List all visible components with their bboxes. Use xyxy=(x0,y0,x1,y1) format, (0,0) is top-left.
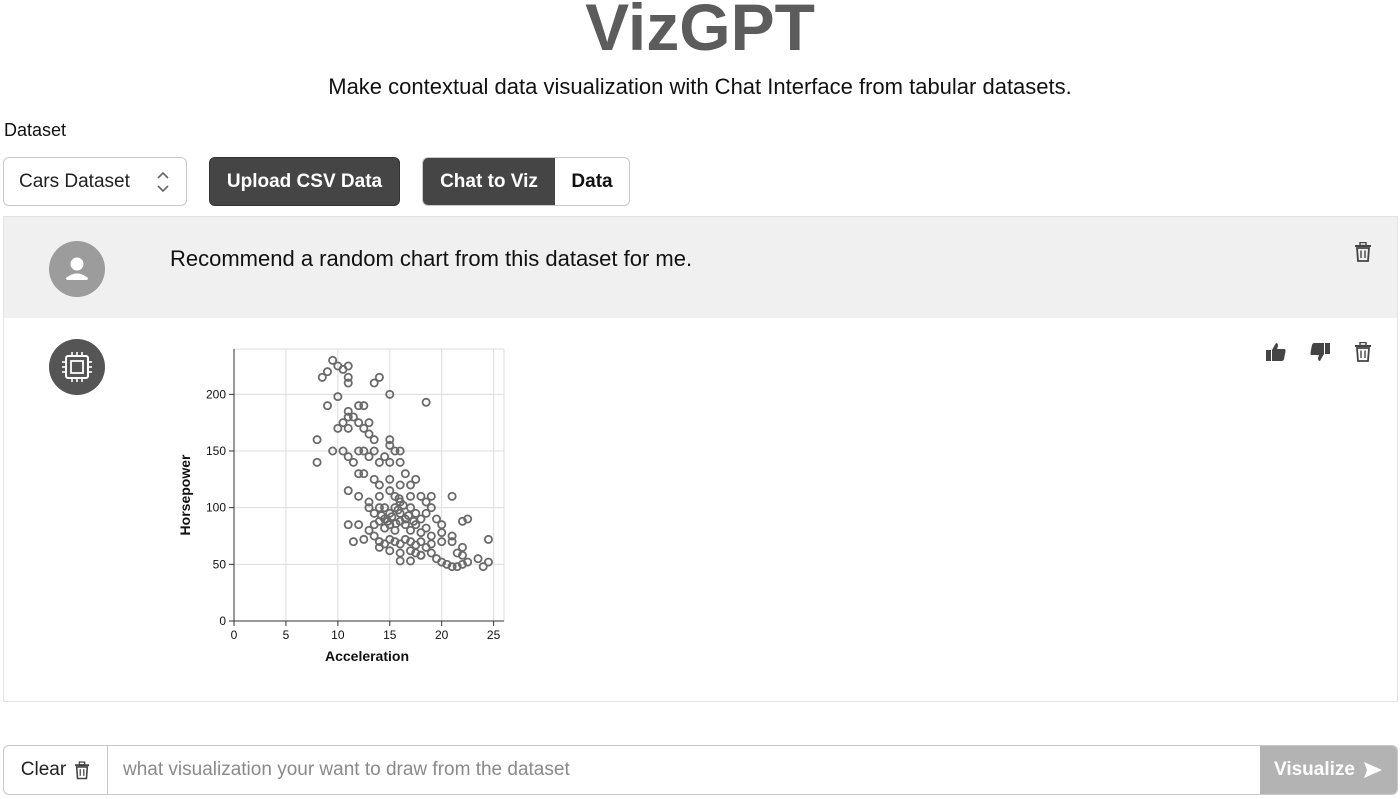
data-point xyxy=(421,397,431,407)
tab-chat-to-viz[interactable]: Chat to Viz xyxy=(423,158,555,205)
tab-data[interactable]: Data xyxy=(555,158,629,205)
data-point xyxy=(348,537,358,547)
prompt-input[interactable] xyxy=(108,746,1260,794)
data-point xyxy=(359,469,369,479)
data-point xyxy=(395,480,405,490)
user-message-text: Recommend a random chart from this datas… xyxy=(170,246,693,271)
scatter-chart-svg: 0 5 10 15 20 25 0 50 100 150 200 Acceleration Horsep… xyxy=(177,348,505,664)
dataset-select[interactable]: Cars Dataset xyxy=(3,157,187,206)
trash-icon[interactable] xyxy=(1352,241,1374,263)
visualize-label: Visualize xyxy=(1274,759,1355,780)
data-point xyxy=(395,548,405,558)
x-tick-label: 10 xyxy=(331,628,345,642)
bot-chip-icon xyxy=(49,339,105,395)
prompt-bar: Clear Visualize xyxy=(3,745,1398,795)
view-tabs: Chat to Viz Data xyxy=(422,157,630,206)
data-point xyxy=(374,480,384,490)
data-point xyxy=(312,457,322,467)
upload-csv-button[interactable]: Upload CSV Data xyxy=(209,157,400,206)
data-point xyxy=(364,418,374,428)
data-point xyxy=(369,435,379,445)
x-tick-label: 25 xyxy=(487,628,501,642)
data-point xyxy=(395,457,405,467)
select-chevron-icon xyxy=(157,171,169,193)
data-point xyxy=(374,491,384,501)
data-point xyxy=(317,372,327,382)
data-point xyxy=(395,556,405,566)
y-axis-title: Horsepower xyxy=(177,454,193,535)
data-point xyxy=(483,534,493,544)
data-point xyxy=(406,556,416,566)
dataset-label: Dataset xyxy=(4,120,67,140)
data-point xyxy=(411,474,421,484)
data-point xyxy=(354,491,364,501)
data-point xyxy=(447,491,457,501)
thumbs-down-icon[interactable] xyxy=(1309,341,1331,363)
x-axis-title: Acceleration xyxy=(325,648,409,664)
data-point xyxy=(343,486,353,496)
data-point xyxy=(421,523,431,533)
y-tick-label: 150 xyxy=(206,444,226,458)
data-point xyxy=(426,531,436,541)
y-tick-label: 100 xyxy=(206,501,226,515)
clear-button[interactable]: Clear xyxy=(4,746,108,794)
trash-icon xyxy=(75,760,90,779)
data-point xyxy=(374,372,384,382)
x-tick-label: 20 xyxy=(435,628,449,642)
data-point xyxy=(343,520,353,530)
data-point xyxy=(322,401,332,411)
x-tick-label: 15 xyxy=(383,628,397,642)
data-point xyxy=(354,520,364,530)
data-point xyxy=(473,554,483,564)
app-subtitle: Make contextual data visualization with … xyxy=(328,74,1072,99)
data-point xyxy=(426,491,436,501)
y-tick-label: 50 xyxy=(213,557,227,571)
data-point xyxy=(359,534,369,544)
dataset-select-value: Cars Dataset xyxy=(19,170,130,192)
data-point xyxy=(359,401,369,411)
visualize-button[interactable]: Visualize xyxy=(1260,746,1397,794)
send-icon xyxy=(1363,762,1382,778)
data-point xyxy=(343,423,353,433)
thumbs-up-icon[interactable] xyxy=(1265,341,1287,363)
y-tick-label: 200 xyxy=(206,387,226,401)
user-avatar-icon xyxy=(49,241,105,297)
data-point xyxy=(406,491,416,501)
trash-icon[interactable] xyxy=(1352,341,1374,363)
x-tick-label: 0 xyxy=(231,628,238,642)
data-point xyxy=(400,469,410,479)
clear-label: Clear xyxy=(20,759,67,780)
data-point xyxy=(348,457,358,467)
app-title: VizGPT xyxy=(585,0,815,64)
scatter-chart: 0 5 10 15 20 25 0 50 100 150 200 Acceleration Horsep… xyxy=(170,341,510,671)
x-tick-label: 5 xyxy=(283,628,290,642)
data-point xyxy=(312,435,322,445)
y-tick-label: 0 xyxy=(219,614,226,628)
user-message-row: Recommend a random chart from this datas… xyxy=(4,217,1397,318)
chat-area: Recommend a random chart from this datas… xyxy=(3,216,1398,702)
